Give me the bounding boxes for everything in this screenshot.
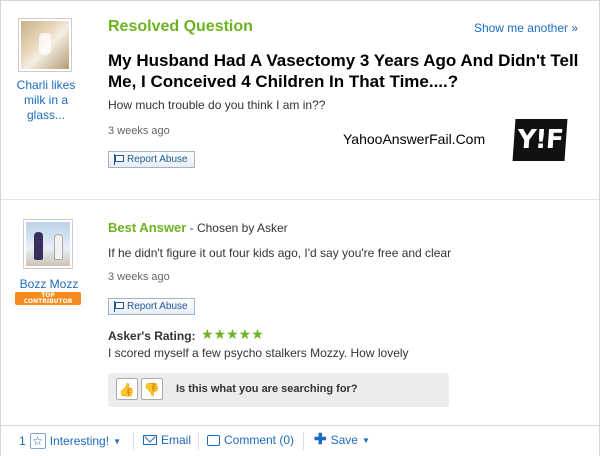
chevron-down-icon: ▼ xyxy=(113,436,121,446)
rating-comment: I scored myself a few psycho stalkers Mo… xyxy=(108,346,409,360)
save-label: Save xyxy=(330,433,358,447)
top-contributor-badge: TOP CONTRIBUTOR xyxy=(15,292,81,305)
asker-avatar[interactable] xyxy=(18,18,72,72)
show-another-link[interactable]: Show me another » xyxy=(474,21,578,35)
flag-icon xyxy=(113,301,124,312)
resolved-question-heading: Resolved Question xyxy=(108,18,253,35)
comment-button[interactable]: Comment (0) xyxy=(207,433,294,447)
comment-label: Comment (0) xyxy=(224,433,295,447)
separator xyxy=(133,432,134,450)
mail-icon xyxy=(143,435,157,445)
comment-icon xyxy=(207,434,220,446)
question-report-abuse-button[interactable]: Report Abuse xyxy=(108,151,195,168)
best-answer-heading: Best Answer - Chosen by Asker xyxy=(108,220,288,235)
thumbs-down-icon[interactable]: 👎 xyxy=(141,378,163,400)
email-button[interactable]: Email xyxy=(143,433,191,447)
question-timestamp: 3 weeks ago xyxy=(108,125,170,137)
report-abuse-label: Report Abuse xyxy=(127,154,188,165)
answer-page: Charli likes milk in a glass... Resolved… xyxy=(0,0,600,456)
search-feedback-question: Is this what you are searching for? xyxy=(176,383,358,395)
star-icon: ☆ xyxy=(29,433,46,449)
asker-name-link[interactable]: Charli likes milk in a glass... xyxy=(9,78,83,123)
interesting-label: Interesting! xyxy=(49,434,110,448)
save-button[interactable]: ✚ Save ▼ xyxy=(314,431,370,448)
report-abuse-label: Report Abuse xyxy=(127,301,188,312)
flag-icon xyxy=(113,154,124,165)
action-bar: 1 ☆ Interesting! ▼ Email Comment (0) ✚ S… xyxy=(1,425,599,456)
answer-timestamp: 3 weeks ago xyxy=(108,271,170,283)
badge-line-2: CONTRIBUTOR xyxy=(23,298,73,305)
answerer-name-link[interactable]: Bozz Mozz xyxy=(9,277,89,291)
question-detail: How much trouble do you think I am in?? xyxy=(108,98,326,112)
thumbs-up-icon[interactable]: 👍 xyxy=(116,378,138,400)
interesting-count: 1 xyxy=(19,434,26,448)
asker-rating-label: Asker's Rating: xyxy=(108,329,196,343)
separator xyxy=(198,432,199,450)
email-label: Email xyxy=(161,433,192,447)
answerer-avatar-image xyxy=(26,222,70,266)
asker-avatar-image xyxy=(21,21,69,69)
yf-logo: Y!F xyxy=(512,119,568,161)
rating-stars-icon: ★★★★★ xyxy=(201,326,264,342)
chosen-by-label: - Chosen by Asker xyxy=(186,221,288,235)
answer-report-abuse-button[interactable]: Report Abuse xyxy=(108,298,195,315)
question-title: My Husband Had A Vasectomy 3 Years Ago A… xyxy=(108,51,579,91)
plus-icon: ✚ xyxy=(314,431,327,448)
section-divider xyxy=(1,199,599,200)
answerer-avatar[interactable] xyxy=(23,219,73,269)
answer-text: If he didn't figure it out four kids ago… xyxy=(108,246,452,260)
best-answer-label: Best Answer xyxy=(108,220,187,235)
search-feedback-box: 👍 👎 Is this what you are searching for? xyxy=(108,373,449,407)
chevron-down-icon: ▼ xyxy=(361,435,370,445)
separator xyxy=(303,432,304,450)
interesting-button[interactable]: 1 ☆ Interesting! ▼ xyxy=(19,433,121,449)
watermark-site: YahooAnswerFail.Com xyxy=(343,131,486,147)
